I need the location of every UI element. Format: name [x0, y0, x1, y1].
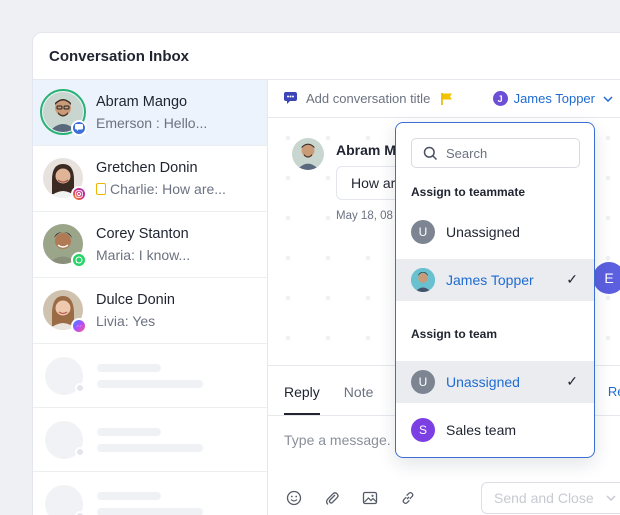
conversation-item-gretchen-donin[interactable]: Gretchen Donin Charlie: How are...	[33, 146, 267, 212]
team-heading: Assign to team	[411, 327, 498, 341]
avatar	[43, 223, 87, 268]
search-icon	[423, 146, 438, 161]
team-option-unassigned[interactable]: U Unassigned ✓	[396, 361, 594, 403]
chat-icon	[71, 119, 87, 136]
placeholder-badge	[75, 382, 85, 393]
team-option-sales-team[interactable]: S Sales team	[396, 409, 594, 451]
placeholder-line	[97, 427, 161, 436]
window-title: Conversation Inbox	[33, 33, 620, 80]
conversation-preview: Charlie: How are...	[110, 181, 226, 197]
placeholder-badge	[75, 510, 85, 515]
resolve-link[interactable]: Res	[608, 384, 620, 399]
placeholder-avatar	[45, 356, 85, 395]
option-label: Sales team	[446, 422, 517, 438]
send-and-close-button[interactable]: Send and Close	[481, 482, 620, 514]
send-and-close-label: Send and Close	[494, 490, 594, 506]
conversation-name: Dulce Donin	[96, 292, 175, 308]
avatar	[43, 289, 87, 334]
conversation-name: Corey Stanton	[96, 226, 189, 242]
placeholder-line	[97, 443, 203, 452]
tab-note[interactable]: Note	[344, 366, 374, 415]
chevron-down-icon	[603, 95, 613, 102]
option-avatar: U	[411, 220, 435, 244]
option-label: James Topper	[446, 272, 534, 288]
placeholder-lines	[97, 427, 203, 452]
placeholder-line	[97, 363, 161, 372]
option-avatar: U	[411, 370, 435, 394]
conversation-title-icon	[284, 92, 299, 105]
side-avatar-badge[interactable]: E	[593, 262, 620, 294]
search-input[interactable]: Search	[411, 138, 580, 168]
option-avatar	[411, 268, 435, 292]
option-label: Unassigned	[446, 224, 520, 240]
link-icon[interactable]	[399, 489, 417, 507]
check-icon: ✓	[566, 373, 578, 389]
message-timestamp: May 18, 08	[336, 210, 393, 222]
emoji-icon[interactable]	[285, 489, 303, 507]
assign-dropdown: Search Assign to teammate U Unassigned J…	[395, 122, 595, 458]
conversation-name: Abram Mango	[96, 94, 188, 110]
tab-reply[interactable]: Reply	[284, 366, 320, 415]
flag-icon[interactable]	[441, 92, 453, 106]
attachment-icon[interactable]	[323, 489, 341, 507]
search-placeholder: Search	[446, 145, 488, 161]
messenger-icon	[71, 317, 87, 334]
placeholder-badge	[75, 446, 85, 457]
teammate-option-unassigned[interactable]: U Unassigned	[396, 211, 594, 253]
list-item-placeholder	[33, 408, 267, 472]
list-item-placeholder	[33, 344, 267, 408]
assignee-avatar: J	[492, 91, 508, 106]
add-conversation-title[interactable]: Add conversation title	[306, 91, 430, 106]
message-author: Abram M	[336, 142, 396, 158]
conversation-preview-wrap: Charlie: How are...	[96, 181, 226, 197]
conversation-preview: Livia: Yes	[96, 313, 156, 329]
chat-header: Add conversation title J James Topper	[268, 80, 620, 118]
placeholder-line	[97, 379, 203, 388]
assignee-name: James Topper	[513, 91, 595, 106]
conversation-item-dulce-donin[interactable]: Dulce Donin Livia: Yes	[33, 278, 267, 344]
conversation-list: Abram Mango Emerson : Hello... Gretchen …	[33, 80, 268, 515]
list-item-placeholder	[33, 472, 267, 515]
conversation-item-abram-mango[interactable]: Abram Mango Emerson : Hello...	[33, 80, 267, 146]
conversation-preview: Maria: I know...	[96, 247, 191, 263]
option-label: Unassigned	[446, 374, 520, 390]
message-avatar	[292, 138, 324, 170]
note-icon	[96, 183, 106, 195]
chevron-down-icon	[606, 495, 616, 501]
conversation-name: Gretchen Donin	[96, 160, 198, 176]
placeholder-avatar	[45, 420, 85, 459]
image-icon[interactable]	[361, 489, 379, 507]
placeholder-line	[97, 491, 161, 500]
check-icon: ✓	[566, 271, 578, 287]
placeholder-avatar	[45, 484, 85, 515]
whatsapp-icon	[71, 251, 87, 268]
placeholder-lines	[97, 363, 203, 388]
assignee-selector[interactable]: J James Topper	[492, 91, 613, 106]
teammate-option-james-topper[interactable]: James Topper ✓	[396, 259, 594, 301]
option-avatar: S	[411, 418, 435, 442]
conversation-item-corey-stanton[interactable]: Corey Stanton Maria: I know...	[33, 212, 267, 278]
avatar	[40, 88, 87, 136]
conversation-preview: Emerson : Hello...	[96, 115, 208, 131]
teammate-heading: Assign to teammate	[411, 185, 526, 199]
avatar	[43, 157, 87, 202]
instagram-icon	[71, 185, 87, 202]
placeholder-lines	[97, 491, 203, 515]
placeholder-line	[97, 507, 203, 515]
